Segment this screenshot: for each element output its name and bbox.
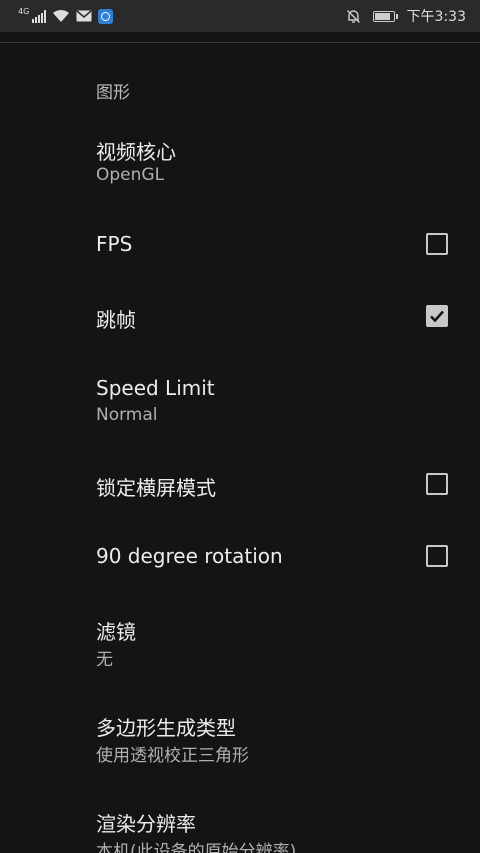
status-right: 下午3:33: [346, 6, 466, 26]
category-graphics: 图形: [96, 83, 130, 103]
pref-summary: Normal: [96, 405, 158, 425]
pref-summary: 本机(此设备的原始分辨率): [96, 842, 297, 853]
pref-title: 渲染分辨率: [96, 812, 196, 836]
status-left: 4G: [18, 6, 114, 24]
pref-title: Speed Limit: [96, 376, 215, 400]
pref-polygon-type[interactable]: 多边形生成类型 使用透视校正三角形: [0, 688, 480, 784]
pref-title: 视频核心: [96, 140, 176, 164]
frame-skip-checkbox[interactable]: [426, 305, 448, 327]
pref-summary: OpenGL: [96, 165, 165, 185]
pref-summary: 无: [96, 650, 113, 670]
pref-filter[interactable]: 滤镜 无: [0, 592, 480, 688]
wifi-icon: [53, 9, 70, 22]
signal-icon: [32, 9, 47, 23]
pref-video-core[interactable]: 视频核心 OpenGL: [0, 120, 480, 208]
battery-icon: [372, 10, 398, 22]
bell-off-icon: [346, 9, 360, 23]
status-bar: 4G 下午3:33: [0, 0, 480, 32]
pref-summary: 使用透视校正三角形: [96, 746, 249, 766]
network-type: 4G: [18, 6, 30, 16]
lock-landscape-checkbox[interactable]: [426, 473, 448, 495]
pref-title: 90 degree rotation: [96, 544, 283, 568]
checkmark-icon: [430, 310, 444, 323]
pref-render-resolution[interactable]: 渲染分辨率 本机(此设备的原始分辨率): [0, 784, 480, 853]
pref-title: FPS: [96, 232, 133, 256]
mail-icon: [76, 10, 92, 22]
pref-fps[interactable]: FPS: [0, 208, 480, 280]
rotation-checkbox[interactable]: [426, 545, 448, 567]
pref-title: 滤镜: [96, 620, 136, 644]
pref-90-degree-rotation[interactable]: 90 degree rotation: [0, 520, 480, 592]
pref-title: 锁定横屏模式: [96, 476, 216, 500]
pref-speed-limit[interactable]: Speed Limit Normal: [0, 352, 480, 448]
pref-frame-skip[interactable]: 跳帧: [0, 280, 480, 352]
pref-title: 跳帧: [96, 308, 136, 332]
pref-lock-landscape[interactable]: 锁定横屏模式: [0, 448, 480, 520]
pref-title: 多边形生成类型: [96, 716, 236, 740]
top-divider: [0, 42, 480, 43]
fps-checkbox[interactable]: [426, 233, 448, 255]
status-time: 下午3:33: [406, 9, 466, 25]
app-notification-icon: [98, 8, 114, 24]
